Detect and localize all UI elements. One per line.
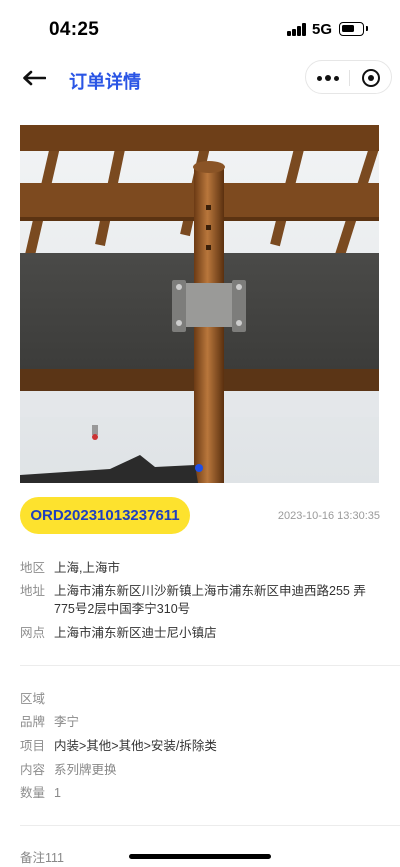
info-label: 内容 xyxy=(20,763,46,777)
info-row-address: 地址 上海市浦东新区川沙新镇上海市浦东新区申迪西路255 弄775号2层中国李宁… xyxy=(20,582,380,618)
target-circle-icon xyxy=(362,69,380,87)
order-photo[interactable] xyxy=(20,125,379,483)
info-row-quantity: 数量 1 xyxy=(20,784,380,802)
info-label: 网点 xyxy=(20,626,46,640)
info-value: 1 xyxy=(54,786,61,800)
nav-bar: 订单详情 xyxy=(0,56,400,100)
info-label: 数量 xyxy=(20,786,46,800)
info-value: 上海市浦东新区迪士尼小镇店 xyxy=(54,626,217,640)
info-row-region: 地区 上海,上海市 xyxy=(20,559,380,577)
info-value: 上海市浦东新区川沙新镇上海市浦东新区申迪西路255 弄775号2层中国李宁310… xyxy=(54,584,366,616)
mini-program-capsule xyxy=(305,60,392,94)
info-row-brand: 品牌 李宁 xyxy=(20,713,380,731)
photo-illustration xyxy=(20,125,379,483)
info-value: 李宁 xyxy=(54,715,80,729)
battery-tip xyxy=(366,26,368,31)
info-value: 系列牌更换 xyxy=(54,763,117,777)
signal-bars-icon xyxy=(287,23,307,36)
back-button[interactable] xyxy=(20,66,48,90)
info-label: 区域 xyxy=(20,692,46,706)
arrow-left-icon xyxy=(23,70,46,86)
more-dots-icon xyxy=(315,75,340,81)
remark-text: 备注111 xyxy=(20,851,65,865)
order-datetime: 2023-10-16 13:30:35 xyxy=(277,510,380,522)
info-label: 项目 xyxy=(20,739,46,753)
more-button[interactable] xyxy=(306,61,349,95)
info-row-store: 网点 上海市浦东新区迪士尼小镇店 xyxy=(20,624,380,642)
close-miniprogram-button[interactable] xyxy=(350,61,392,95)
section-divider xyxy=(20,665,400,666)
info-label: 地址 xyxy=(20,584,46,598)
battery-icon xyxy=(339,22,364,36)
info-value: 内装>其他>其他>安装/拆除类 xyxy=(54,739,217,753)
status-time: 04:25 xyxy=(49,19,100,40)
info-row-area: 区域 xyxy=(20,690,380,708)
page-title: 订单详情 xyxy=(69,72,141,92)
info-label: 地区 xyxy=(20,561,46,575)
order-number-badge[interactable]: ORD20231013237611 xyxy=(20,497,190,534)
home-indicator xyxy=(129,854,271,859)
section-divider xyxy=(20,825,400,826)
info-value: 上海,上海市 xyxy=(54,561,120,575)
info-row-project: 项目 内装>其他>其他>安装/拆除类 xyxy=(20,737,380,755)
info-row-content: 内容 系列牌更换 xyxy=(20,761,380,779)
network-label: 5G xyxy=(312,21,333,38)
status-bar: 04:25 5G xyxy=(0,0,400,56)
info-label: 品牌 xyxy=(20,715,46,729)
